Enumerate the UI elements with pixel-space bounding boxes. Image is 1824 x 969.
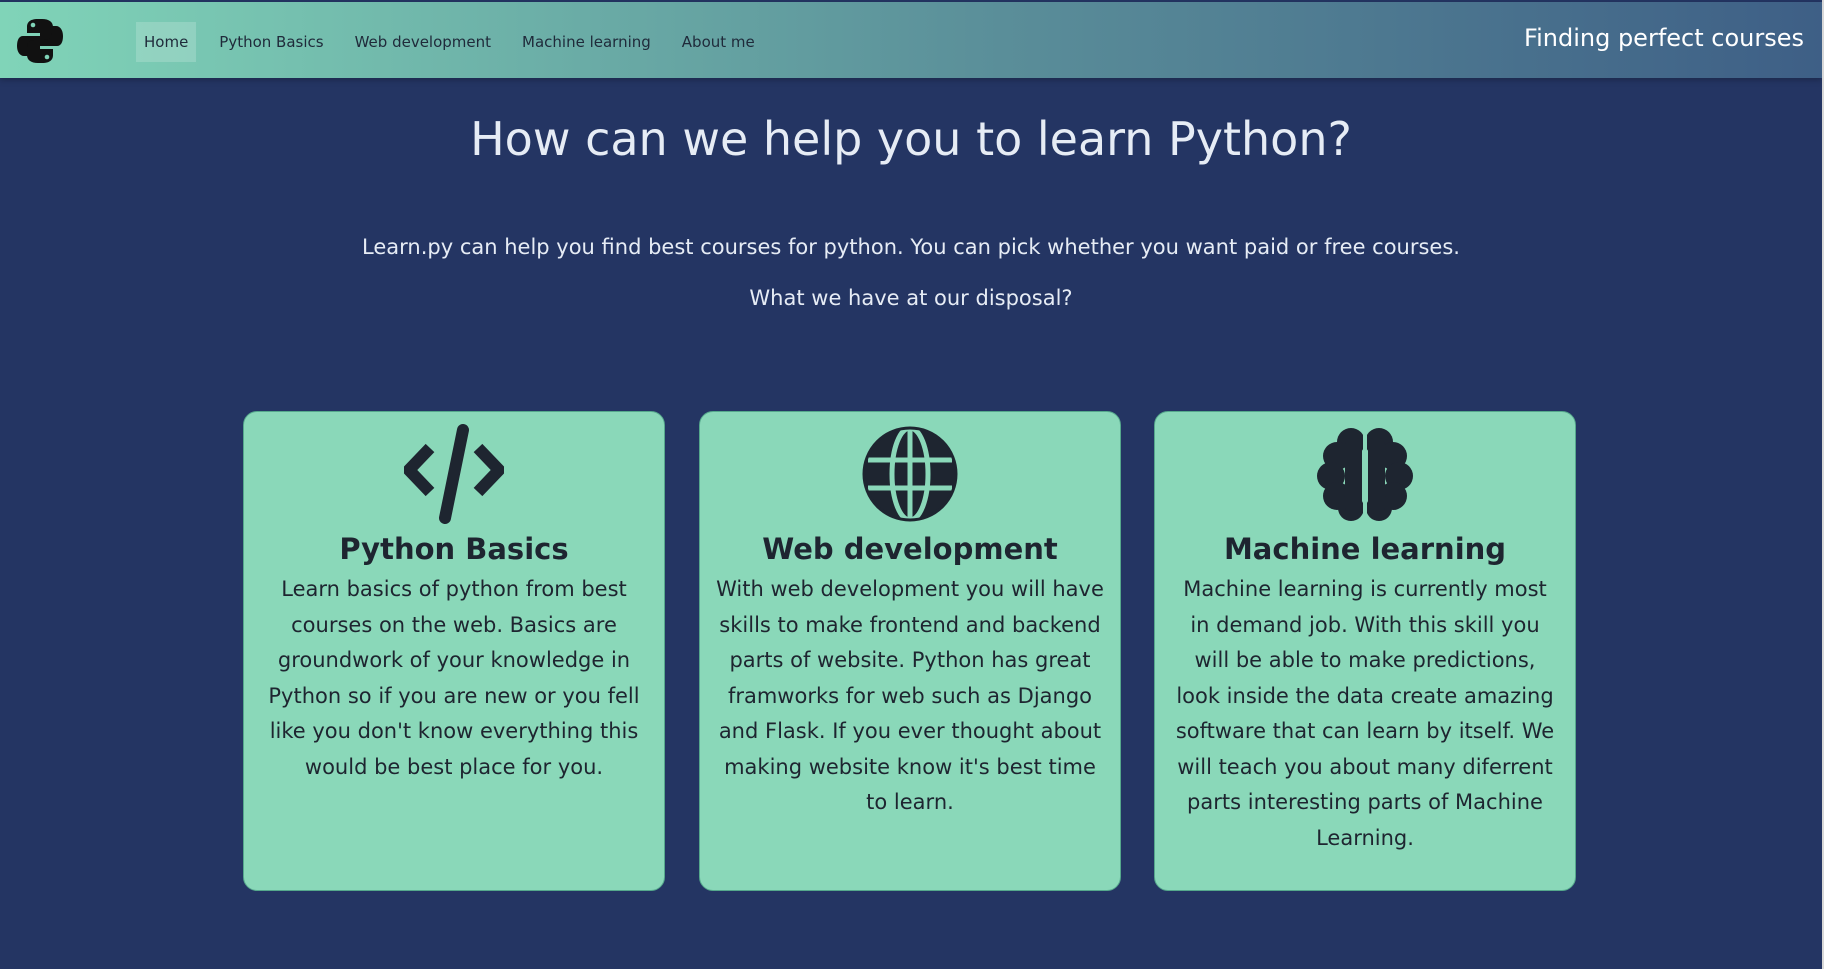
page-title: How can we help you to learn Python? [470, 112, 1352, 166]
tagline: Finding perfect courses [1524, 24, 1804, 52]
course-card-machine-learning[interactable]: Machine learning Machine learning is cur… [1154, 411, 1576, 891]
card-description: Machine learning is currently most in de… [1175, 577, 1555, 850]
main-content: Home Python Basics Web development Machi… [0, 0, 1822, 969]
nav-home[interactable]: Home [136, 22, 197, 62]
course-card-web-development[interactable]: Web development With web development you… [699, 411, 1121, 891]
main-nav: Home Python Basics Web development Machi… [136, 22, 778, 62]
card-title: Machine learning [1223, 532, 1507, 566]
nav-web-development[interactable]: Web development [347, 22, 499, 62]
top-navbar: Home Python Basics Web development Machi… [0, 2, 1822, 78]
card-title: Web development [762, 532, 1058, 566]
card-description: With web development you will have skill… [716, 577, 1104, 814]
card-description: Learn basics of python from best courses… [268, 577, 640, 779]
python-logo-icon[interactable] [14, 15, 66, 67]
disposal-question: What we have at our disposal? [749, 286, 1073, 310]
code-icon [404, 424, 504, 524]
intro-text: Learn.py can help you find best courses … [362, 235, 1460, 259]
nav-python-basics[interactable]: Python Basics [211, 22, 331, 62]
brain-icon [1317, 428, 1413, 521]
globe-icon [862, 425, 958, 523]
card-title: Python Basics [339, 532, 569, 566]
page: Home Python Basics Web development Machi… [0, 0, 1824, 969]
nav-machine-learning[interactable]: Machine learning [514, 22, 659, 62]
nav-about-me[interactable]: About me [674, 22, 763, 62]
course-card-python-basics[interactable]: Python Basics Learn basics of python fro… [243, 411, 665, 891]
